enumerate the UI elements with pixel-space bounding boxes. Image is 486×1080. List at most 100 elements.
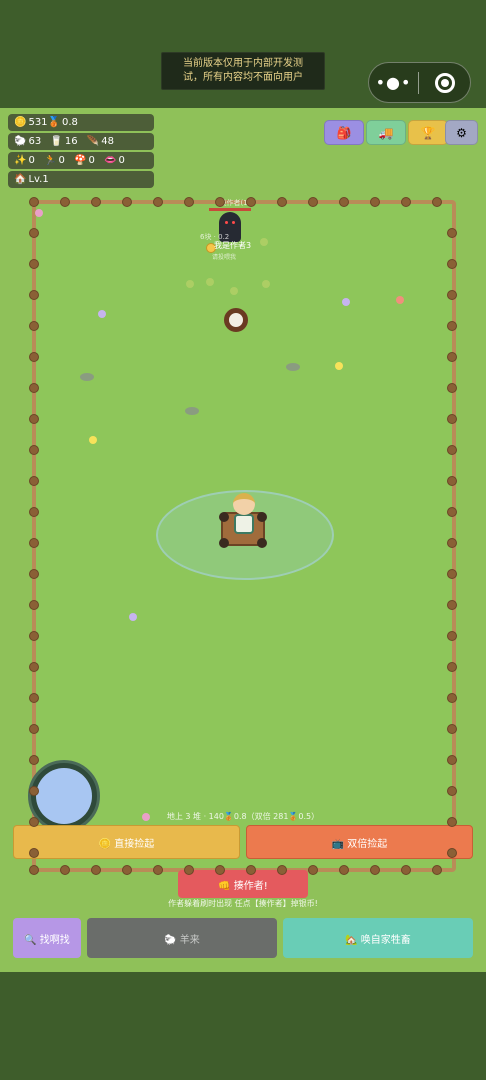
fence-post — [447, 414, 457, 424]
player-farmer-body — [234, 514, 254, 534]
fence-post — [447, 445, 457, 455]
fence-post — [29, 197, 39, 207]
backpack-button[interactable]: 🎒 — [324, 120, 364, 145]
fence-post — [29, 290, 39, 300]
fence-post — [29, 414, 39, 424]
lips-icon: 👄 — [104, 155, 117, 166]
fence-post — [29, 538, 39, 548]
fence-post — [29, 445, 39, 455]
medal-icon: 🥉 — [47, 117, 60, 128]
fence-post — [447, 290, 457, 300]
items-stat: ✨ 0 🏃 0 🍄 0 👄 0 — [8, 152, 154, 169]
dev-notice-line1: 当前版本仅用于内部开发测 — [183, 58, 303, 69]
sparkle — [230, 287, 238, 295]
fence-post — [184, 865, 194, 875]
fence-post — [447, 321, 457, 331]
npc-speech: 我是作者3 — [214, 241, 252, 250]
search-button[interactable]: 🔍 找啊找 — [13, 918, 81, 958]
fence-post — [277, 865, 287, 875]
hit-author-tip: 作者躲着刷时出现 任点【揍作者】掉银币! — [168, 899, 318, 908]
sheep-icon: 🐑 — [14, 136, 27, 147]
fence-post — [447, 507, 457, 517]
summon-livestock-button[interactable]: 🏡 唤自家牲畜 — [283, 918, 473, 958]
delivery-button[interactable]: 🚚 — [366, 120, 406, 145]
fence-post — [29, 507, 39, 517]
fence-post — [432, 197, 442, 207]
sparkle-icon: ✨ — [14, 155, 27, 166]
flower — [342, 298, 350, 306]
fence-post — [447, 662, 457, 672]
fence-post — [277, 197, 287, 207]
fence-post — [215, 865, 225, 875]
fence-post — [447, 383, 457, 393]
backpack-icon: 🎒 — [336, 125, 352, 140]
fence-post — [308, 865, 318, 875]
more-menu-button[interactable]: •●• — [369, 73, 418, 92]
milk-icon: 🥛 — [50, 136, 63, 147]
house-icon: 🏠 — [14, 174, 27, 185]
pebble — [286, 363, 300, 371]
fence-post — [447, 817, 457, 827]
resources-stat: 🐑 63 🥛 16 🪶 48 — [8, 133, 154, 150]
fence-post — [447, 786, 457, 796]
fence-post — [215, 197, 225, 207]
fence-post — [122, 197, 132, 207]
fence-post — [339, 865, 349, 875]
fence-post — [29, 476, 39, 486]
coin-icon: 🪙 — [14, 117, 27, 128]
fence-post — [447, 228, 457, 238]
close-button[interactable] — [419, 72, 470, 93]
cart-wheel — [257, 538, 267, 548]
npc-name: 操作者(1) — [219, 199, 251, 207]
fence-post — [447, 848, 457, 858]
sparkle — [206, 278, 214, 286]
fence-post — [339, 197, 349, 207]
cart-wheel — [219, 512, 229, 522]
dev-notice: 当前版本仅用于内部开发测 试，所有内容均不面向用户 — [161, 52, 325, 90]
dev-notice-line2: 试，所有内容均不面向用户 — [183, 72, 303, 83]
flower — [396, 296, 404, 304]
fence-post — [447, 476, 457, 486]
field-info: 地上 3 堆 · 140🥉0.8（双倍 281🥉0.5） — [166, 812, 320, 821]
fence-post — [29, 848, 39, 858]
fence-post — [447, 631, 457, 641]
runner-icon: 🏃 — [44, 155, 57, 166]
hit-author-button[interactable]: 👊 揍作者! — [178, 870, 308, 898]
fence-post — [447, 538, 457, 548]
trophy-button[interactable]: 🏆 — [408, 120, 448, 145]
npc-subspeech: 请投喂我 — [212, 254, 237, 261]
fence-post — [246, 865, 256, 875]
settings-button[interactable]: ⚙ — [445, 120, 478, 145]
flower — [335, 362, 343, 370]
fence-post — [91, 197, 101, 207]
pick-up-button[interactable]: 🪙 直接捡起 — [13, 825, 240, 859]
fence-post — [60, 197, 70, 207]
sheep-button[interactable]: 🐑 羊来 — [87, 918, 277, 958]
trophy-icon: 🏆 — [420, 125, 436, 140]
fence-post — [29, 693, 39, 703]
fence-post — [29, 569, 39, 579]
cart-wheel — [219, 538, 229, 548]
sparkle — [262, 280, 270, 288]
fence-post — [401, 197, 411, 207]
coins-stat: 🪙 531🥉 0.8 — [8, 114, 154, 131]
sparkle — [186, 280, 194, 288]
fence-post — [29, 631, 39, 641]
fence-post — [447, 600, 457, 610]
level-stat: 🏠 Lv.1 — [8, 171, 154, 188]
double-pick-up-button[interactable]: 📺 双倍捡起 — [246, 825, 473, 859]
cow[interactable] — [224, 308, 248, 332]
fence-post — [29, 600, 39, 610]
bottom-bar — [0, 972, 486, 1080]
fence-post — [447, 724, 457, 734]
fence-post — [370, 865, 380, 875]
player-farmer — [233, 493, 255, 515]
fence-post — [122, 865, 132, 875]
fence-post — [91, 865, 101, 875]
fence-post — [29, 865, 39, 875]
cart-wheel — [257, 512, 267, 522]
target-icon — [434, 72, 455, 93]
fence-post — [246, 197, 256, 207]
fence-post — [29, 259, 39, 269]
fence-post — [153, 865, 163, 875]
